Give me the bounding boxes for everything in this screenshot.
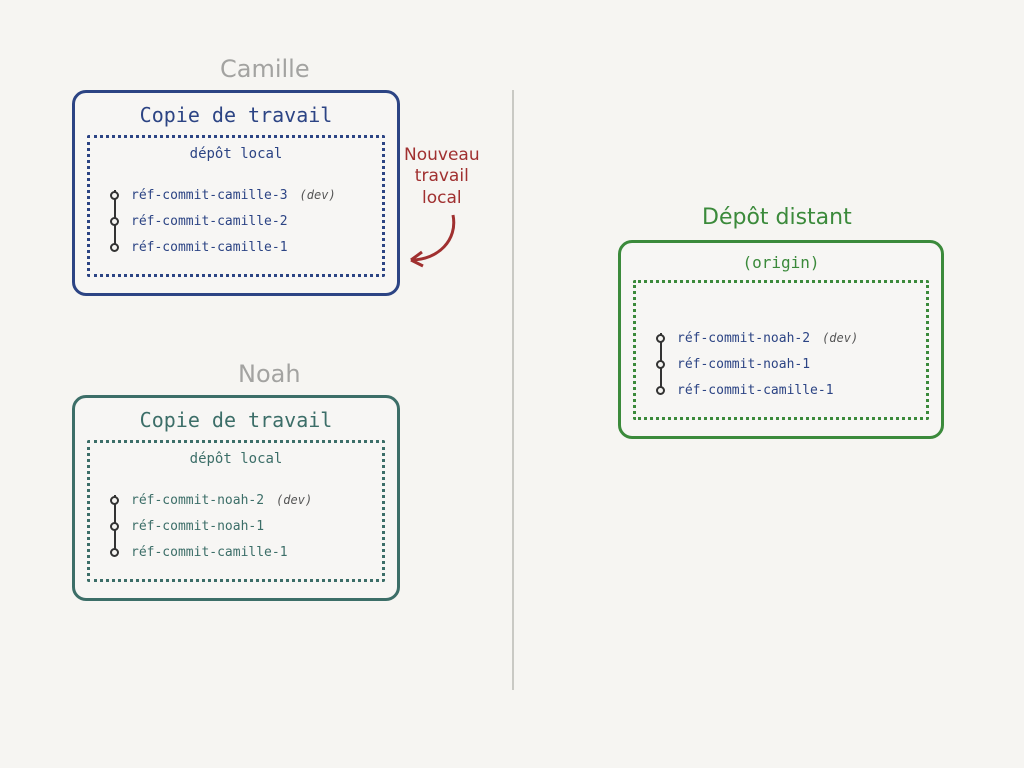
commit-dot-icon: [110, 548, 119, 557]
commit-ref: réf-commit-noah-1: [131, 519, 264, 534]
commit-ref: réf-commit-camille-2: [131, 214, 288, 229]
commit-row: réf-commit-noah-2 (dev): [656, 325, 916, 351]
remote-repo-title: Dépôt distant: [702, 205, 852, 230]
callout-line1: Nouveau: [404, 145, 480, 165]
camille-working-copy-box: Copie de travail dépôt local réf-commit-…: [72, 90, 400, 296]
camille-local-repo-box: dépôt local réf-commit-camille-3 (dev) r…: [87, 135, 385, 277]
noah-label: Noah: [238, 360, 301, 388]
commit-dot-icon: [110, 191, 119, 200]
commit-row: réf-commit-noah-1: [656, 351, 916, 377]
noah-working-copy-box: Copie de travail dépôt local réf-commit-…: [72, 395, 400, 601]
commit-ref: réf-commit-camille-3: [131, 188, 288, 203]
remote-repo-box: (origin) réf-commit-noah-2 (dev) réf-com…: [618, 240, 944, 439]
commit-row: réf-commit-noah-2 (dev): [110, 487, 372, 513]
camille-commit-list: réf-commit-camille-3 (dev) réf-commit-ca…: [100, 182, 372, 260]
commit-row: réf-commit-noah-1: [110, 513, 372, 539]
commit-dot-icon: [656, 360, 665, 369]
noah-local-repo-title: dépôt local: [100, 451, 372, 467]
camille-local-repo-title: dépôt local: [100, 146, 372, 162]
spacer: [646, 291, 916, 325]
commit-ref: réf-commit-noah-2: [677, 331, 810, 346]
callout-line2: travail: [415, 166, 469, 186]
commit-dot-icon: [110, 243, 119, 252]
callout-line3: local: [422, 188, 462, 208]
commit-row: réf-commit-camille-1: [656, 377, 916, 403]
commit-row: réf-commit-camille-2: [110, 208, 372, 234]
commit-dot-icon: [110, 522, 119, 531]
commit-dot-icon: [656, 334, 665, 343]
camille-label: Camille: [220, 55, 310, 83]
commit-dot-icon: [110, 496, 119, 505]
remote-repo-inner: réf-commit-noah-2 (dev) réf-commit-noah-…: [633, 280, 929, 420]
commit-tag: (dev): [276, 493, 312, 507]
callout-arrow-icon: [398, 210, 468, 280]
vertical-divider: [512, 90, 514, 690]
commit-dot-icon: [110, 217, 119, 226]
new-local-work-callout: Nouveau travail local: [404, 145, 480, 209]
commit-tag: (dev): [300, 188, 336, 202]
commit-dot-icon: [656, 386, 665, 395]
commit-ref: réf-commit-camille-1: [131, 240, 288, 255]
noah-working-copy-title: Copie de travail: [87, 408, 385, 432]
commit-ref: réf-commit-noah-1: [677, 357, 810, 372]
remote-commit-list: réf-commit-noah-2 (dev) réf-commit-noah-…: [646, 325, 916, 403]
noah-commit-list: réf-commit-noah-2 (dev) réf-commit-noah-…: [100, 487, 372, 565]
commit-row: réf-commit-camille-1: [110, 234, 372, 260]
noah-local-repo-box: dépôt local réf-commit-noah-2 (dev) réf-…: [87, 440, 385, 582]
commit-row: réf-commit-camille-3 (dev): [110, 182, 372, 208]
commit-row: réf-commit-camille-1: [110, 539, 372, 565]
commit-ref: réf-commit-camille-1: [131, 545, 288, 560]
diagram-canvas: Camille Copie de travail dépôt local réf…: [0, 0, 1024, 768]
commit-tag: (dev): [822, 331, 858, 345]
camille-working-copy-title: Copie de travail: [87, 103, 385, 127]
remote-origin-label: (origin): [633, 253, 929, 272]
commit-ref: réf-commit-camille-1: [677, 383, 834, 398]
commit-ref: réf-commit-noah-2: [131, 493, 264, 508]
